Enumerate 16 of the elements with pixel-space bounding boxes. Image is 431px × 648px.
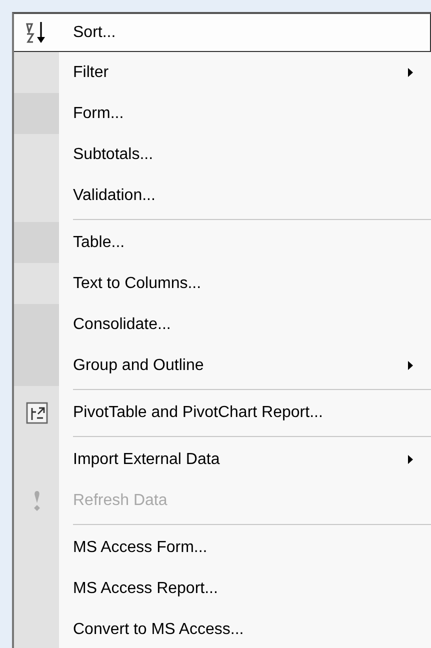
menu-item[interactable]: Group and Outline <box>14 345 431 386</box>
menu-item[interactable]: MS Access Form... <box>14 527 431 568</box>
menu-item[interactable]: Consolidate... <box>14 304 431 345</box>
menu-item[interactable]: Validation... <box>14 175 431 216</box>
menu-item[interactable]: Convert to MS Access... <box>14 609 431 648</box>
exclamation-icon <box>32 490 42 512</box>
menu-item[interactable]: Import External Data <box>14 439 431 480</box>
menu-item[interactable]: Table... <box>14 222 431 263</box>
menu-item[interactable]: Text to Columns... <box>14 263 431 304</box>
menu-item[interactable]: Filter <box>14 52 431 93</box>
menu-item[interactable]: Form... <box>14 93 431 134</box>
menu-item[interactable]: PivotTable and PivotChart Report... <box>14 392 431 433</box>
menu-item[interactable]: Subtotals... <box>14 134 431 175</box>
menu-item[interactable]: Sort... <box>14 14 431 52</box>
menu-item[interactable]: MS Access Report... <box>14 568 431 609</box>
pivot-table-icon <box>26 402 48 424</box>
